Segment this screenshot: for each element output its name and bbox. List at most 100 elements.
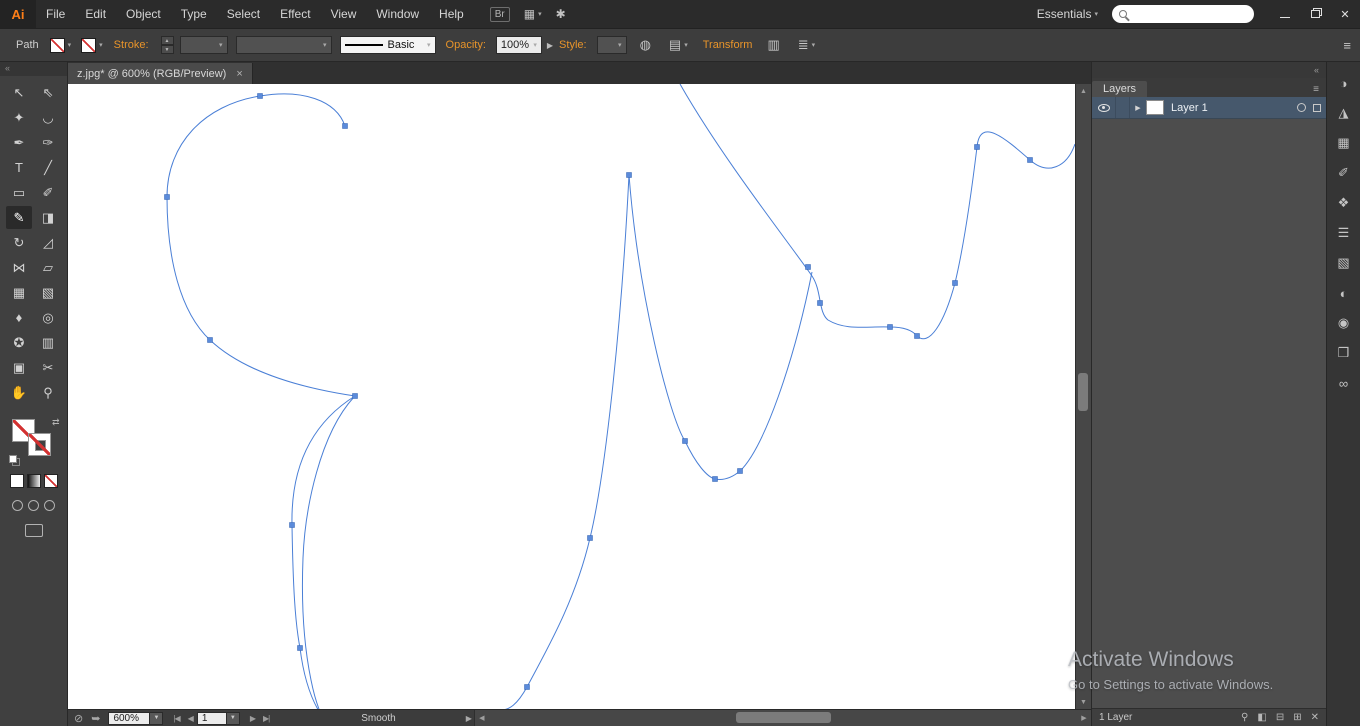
opacity-select[interactable]: 100% ▾: [495, 36, 542, 54]
control-panel-menu-icon[interactable]: ≡: [1343, 38, 1351, 53]
restore-button[interactable]: [1300, 0, 1330, 28]
transform-panel-link[interactable]: Transform: [703, 39, 753, 51]
mesh-tool[interactable]: ▦: [6, 281, 32, 304]
toolbar-collapse-icon[interactable]: «: [0, 62, 67, 76]
anchor-point[interactable]: [952, 280, 958, 286]
panel-menu-icon[interactable]: ≡: [1313, 84, 1319, 97]
artboard-dropdown-icon[interactable]: ▼: [226, 711, 240, 725]
menu-edit[interactable]: Edit: [75, 0, 116, 28]
rotate-tool[interactable]: ↻: [6, 231, 32, 254]
stroke-color-dropdown[interactable]: ▾: [81, 37, 103, 53]
stroke-panel-link[interactable]: Stroke:: [114, 39, 149, 51]
document-setup-icon[interactable]: ▤ ▾: [669, 37, 688, 53]
panel-color-icon[interactable]: ◑: [1332, 71, 1356, 95]
layer-selection-indicator[interactable]: [1313, 103, 1321, 112]
anchor-point[interactable]: [297, 645, 303, 651]
anchor-point[interactable]: [352, 393, 358, 399]
make-clipping-mask-icon[interactable]: ◧: [1257, 712, 1266, 723]
tab-layers[interactable]: Layers: [1092, 81, 1148, 97]
anchor-point[interactable]: [817, 300, 823, 306]
stroke-width-stepper[interactable]: ▲ ▼: [160, 36, 174, 54]
line-segment-tool[interactable]: ╱: [35, 156, 61, 179]
app-logo-icon[interactable]: Ai: [0, 0, 36, 28]
menu-select[interactable]: Select: [217, 0, 270, 28]
horizontal-scrollbar[interactable]: ◀ ▶: [473, 710, 1091, 726]
magic-wand-tool[interactable]: ✦: [6, 106, 32, 129]
artboard-field[interactable]: 1: [196, 711, 227, 725]
width-tool[interactable]: ⋈: [6, 256, 32, 279]
opacity-panel-link[interactable]: Opacity:: [446, 39, 486, 51]
panel-swatches-icon[interactable]: ▦: [1332, 131, 1356, 155]
menu-type[interactable]: Type: [171, 0, 217, 28]
anchor-point[interactable]: [974, 144, 980, 150]
layer-visibility-toggle[interactable]: [1092, 97, 1116, 118]
document-tab[interactable]: z.jpg* @ 600% (RGB/Preview) ×: [68, 63, 253, 84]
menu-help[interactable]: Help: [429, 0, 474, 28]
swap-fill-stroke-icon[interactable]: ⇄: [52, 417, 60, 428]
anchor-point[interactable]: [805, 264, 811, 270]
curvature-tool[interactable]: ✑: [35, 131, 61, 154]
stepper-up-icon[interactable]: ▲: [160, 36, 174, 45]
panel-links-icon[interactable]: ∞: [1332, 371, 1356, 395]
layer-thumbnail[interactable]: [1146, 100, 1164, 115]
slice-tool[interactable]: ✂: [35, 356, 61, 379]
none-button[interactable]: [43, 474, 58, 488]
anchor-point[interactable]: [1027, 157, 1033, 163]
locate-object-icon[interactable]: ⚲: [1241, 712, 1248, 723]
variable-width-profile-select[interactable]: ▾: [235, 36, 332, 54]
menu-object[interactable]: Object: [116, 0, 171, 28]
zoom-dropdown-icon[interactable]: ▼: [150, 711, 164, 725]
rectangle-tool[interactable]: ▭: [6, 181, 32, 204]
eraser-tool[interactable]: ◨: [35, 206, 61, 229]
column-graph-tool[interactable]: ▥: [35, 331, 61, 354]
brush-definition-select[interactable]: Basic ▾: [339, 36, 436, 54]
anchor-point[interactable]: [289, 522, 295, 528]
layer-row[interactable]: ▶ Layer 1: [1092, 97, 1326, 119]
panel-collapse-icon[interactable]: «: [1092, 62, 1326, 78]
recolor-artwork-icon[interactable]: ◍: [640, 37, 651, 53]
bezier-path[interactable]: [679, 84, 1075, 340]
scroll-up-icon[interactable]: ▲: [1080, 84, 1087, 98]
bezier-path[interactable]: [501, 174, 630, 709]
fill-color-dropdown[interactable]: ▾: [49, 37, 71, 53]
canvas[interactable]: [68, 84, 1075, 709]
bezier-path[interactable]: [628, 174, 813, 480]
vertical-scrollbar[interactable]: ▲ ▼: [1075, 84, 1091, 709]
layer-disclosure-icon[interactable]: ▶: [1130, 104, 1146, 112]
type-tool[interactable]: T: [6, 156, 32, 179]
panel-transparency-icon[interactable]: ◐: [1332, 281, 1356, 305]
panel-stroke-icon[interactable]: ☰: [1332, 221, 1356, 245]
graphic-style-select[interactable]: ▾: [596, 36, 627, 54]
draw-inside-button[interactable]: [44, 500, 55, 511]
bezier-path[interactable]: [291, 395, 356, 709]
anchor-point[interactable]: [207, 337, 213, 343]
anchor-point[interactable]: [257, 93, 263, 99]
anchor-point[interactable]: [914, 333, 920, 339]
new-layer-icon[interactable]: ⊞: [1293, 712, 1301, 723]
status-export-icon[interactable]: ➥: [91, 712, 100, 725]
arrange-documents-icon[interactable]: ▦ ▾: [524, 7, 542, 21]
prev-artboard-icon[interactable]: ◀: [188, 714, 194, 723]
pencil-tool[interactable]: ✎: [6, 206, 32, 229]
vertical-scroll-track[interactable]: [1076, 98, 1091, 695]
vertical-scroll-thumb[interactable]: [1078, 372, 1088, 411]
menu-effect[interactable]: Effect: [270, 0, 320, 28]
anchor-point[interactable]: [342, 123, 348, 129]
gpu-performance-icon[interactable]: ✱: [556, 7, 566, 21]
default-fill-stroke-icon[interactable]: [8, 455, 17, 463]
workspace-switcher[interactable]: Essentials ▾: [1037, 7, 1098, 21]
stroke-color-well[interactable]: [27, 433, 51, 456]
menu-window[interactable]: Window: [366, 0, 429, 28]
lasso-tool[interactable]: ◡: [35, 106, 61, 129]
style-panel-link[interactable]: Style:: [559, 39, 587, 51]
menu-file[interactable]: File: [36, 0, 75, 28]
pen-tool[interactable]: ✒: [6, 131, 32, 154]
gradient-tool[interactable]: ▧: [35, 281, 61, 304]
status-rotate-view-icon[interactable]: ⊘: [74, 712, 83, 725]
zoom-tool[interactable]: ⚲: [35, 381, 61, 404]
eyedropper-tool[interactable]: ♦: [6, 306, 32, 329]
draw-behind-button[interactable]: [28, 500, 39, 511]
horizontal-scroll-track[interactable]: [489, 710, 1077, 726]
horizontal-scroll-thumb[interactable]: [735, 712, 831, 723]
delete-selection-icon[interactable]: ✕: [1311, 712, 1319, 723]
